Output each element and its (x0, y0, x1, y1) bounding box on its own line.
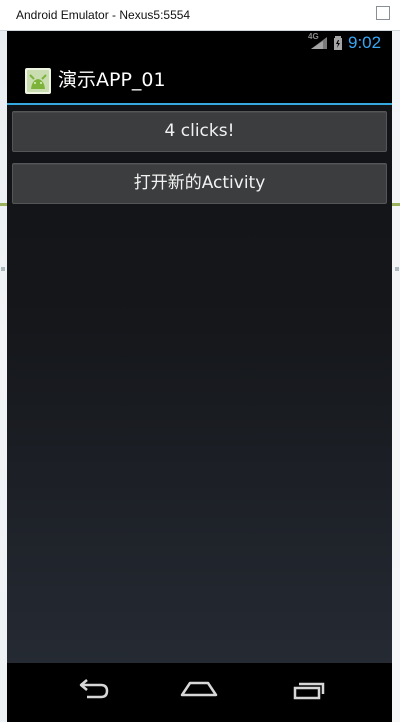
host-decoration (392, 203, 400, 206)
home-icon[interactable] (178, 677, 220, 701)
app-title: 演示APP_01 (58, 69, 166, 91)
window-title: Android Emulator - Nexus5:5554 (16, 8, 191, 22)
back-arrow-icon[interactable] (73, 677, 113, 701)
app-action-bar: 演示APP_01 (7, 56, 392, 105)
click-count-button[interactable]: 4 clicks! (12, 111, 387, 152)
host-decoration (1, 267, 5, 271)
open-new-activity-button[interactable]: 打开新的Activity (12, 163, 387, 204)
status-time: 9:02 (348, 33, 382, 52)
host-decoration (0, 203, 7, 206)
status-bar: 4G 9:02 (7, 31, 392, 56)
android-navigation-bar (7, 663, 392, 722)
battery-icon (334, 36, 342, 50)
android-screen: 4G 9:02 演示APP_01 4 clicks! 打开新的Activity (7, 31, 392, 722)
window-titlebar: Android Emulator - Nexus5:5554 (0, 0, 400, 31)
signal-icon (311, 37, 327, 49)
android-app-icon (25, 68, 51, 94)
host-background-right (392, 31, 400, 722)
host-decoration (395, 267, 399, 271)
main-content: 4 clicks! 打开新的Activity (7, 105, 392, 663)
recent-apps-icon[interactable] (287, 678, 325, 702)
host-background-left (0, 31, 7, 722)
window-close-button[interactable] (376, 6, 390, 20)
emulator-window: Android Emulator - Nexus5:5554 4G 9:02 演… (0, 0, 400, 722)
